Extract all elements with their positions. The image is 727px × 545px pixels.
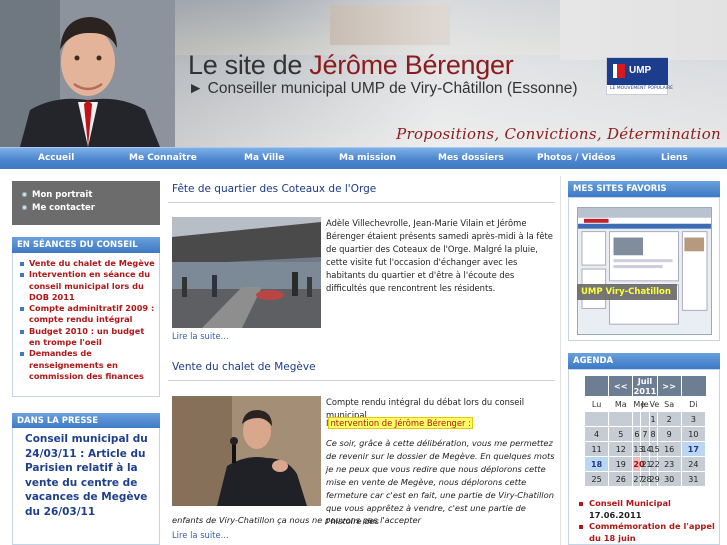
- post-photo-megeve[interactable]: [172, 396, 321, 506]
- nav-item-accueil[interactable]: Accueil: [38, 153, 74, 163]
- nav-item-ma-mission[interactable]: Ma mission: [339, 153, 396, 163]
- nav-item-photos-videos[interactable]: Photos / Vidéos: [537, 153, 616, 163]
- calendar-day[interactable]: 22: [648, 456, 660, 472]
- calendar-weekday: Ma: [608, 396, 634, 412]
- calendar-day[interactable]: 19: [608, 456, 634, 472]
- main-nav: Accueil Me Connaître Ma Ville Ma mission…: [0, 147, 727, 169]
- post-quote-end: enfants de Viry-Chatillon ça nous ne pou…: [172, 515, 422, 525]
- post-link-line: Intervention de Jérôme Bérenger :: [326, 417, 556, 430]
- post-separator: [168, 380, 555, 381]
- nav-item-ma-ville[interactable]: Ma Ville: [244, 153, 284, 163]
- favoris-site-thumbnail[interactable]: [577, 207, 712, 335]
- calendar-weekday: Lu: [583, 396, 610, 412]
- favoris-label[interactable]: UMP Viry-Chatillon: [577, 284, 677, 300]
- post-body: Adèle Villechevrolle, Jean-Marie Vilain …: [326, 218, 553, 293]
- presse-box: Conseil municipal du 24/03/11 : Article …: [12, 428, 160, 545]
- calendar-day[interactable]: 13: [632, 441, 644, 457]
- calendar-day[interactable]: 21: [640, 456, 652, 472]
- nav-item-liens[interactable]: Liens: [661, 153, 688, 163]
- agenda-heading: AGENDA: [568, 353, 720, 369]
- calendar: << Juil 2011 >> Lu Ma Me Je Ve Sa Di 123456789…: [583, 375, 707, 487]
- calendar-day[interactable]: 1: [648, 411, 658, 427]
- calendar-weekday: Me: [632, 396, 645, 412]
- post-title[interactable]: Fête de quartier des Coteaux de l'Orge: [172, 183, 376, 195]
- calendar-day[interactable]: 29: [648, 471, 660, 487]
- site-title: Le site de Jérôme Bérenger: [188, 50, 514, 80]
- seances-item[interactable]: Compte adminitratif 2009 : compte rendu …: [20, 303, 155, 326]
- calendar-day[interactable]: 14: [640, 441, 652, 457]
- seances-item[interactable]: Intervention en séance du conseil munici…: [20, 269, 155, 303]
- calendar-day[interactable]: 5: [608, 426, 634, 442]
- link-mon-portrait[interactable]: Mon portrait: [22, 189, 160, 202]
- seances-box: Vente du chalet de Megève Intervention e…: [12, 253, 160, 397]
- calendar-empty-cell: [640, 411, 650, 427]
- calendar-empty-cell: [583, 411, 610, 427]
- column-divider: [560, 176, 561, 545]
- calendar-day[interactable]: 18: [583, 456, 610, 472]
- calendar-day[interactable]: 31: [680, 471, 707, 487]
- agenda-list: Conseil Municipal 17.06.2011 Commémoratio…: [577, 498, 719, 544]
- calendar-weekday: Di: [680, 396, 707, 412]
- calendar-day[interactable]: 6: [632, 426, 642, 442]
- agenda-box: << Juil 2011 >> Lu Ma Me Je Ve Sa Di 123456789…: [568, 369, 720, 545]
- seances-item[interactable]: Vente du chalet de Megève: [20, 258, 155, 269]
- calendar-day[interactable]: 15: [648, 441, 660, 457]
- flag-icon: [613, 64, 625, 78]
- calendar-day[interactable]: 30: [656, 471, 682, 487]
- calendar-day[interactable]: 12: [608, 441, 634, 457]
- agenda-item[interactable]: Commémoration de l'appel du 18 juin: [577, 521, 719, 544]
- calendar-month: Juil 2011: [632, 375, 658, 397]
- calendar-day[interactable]: 16: [656, 441, 682, 457]
- calendar-day[interactable]: 3: [680, 411, 707, 427]
- calendar-day[interactable]: 4: [583, 426, 610, 442]
- seances-heading: EN SÉANCES DU CONSEIL: [12, 237, 160, 253]
- calendar-next-button[interactable]: >>: [656, 375, 682, 397]
- calendar-empty-cell: [608, 411, 634, 427]
- presse-article-link[interactable]: Conseil municipal du 24/03/11 : Article …: [13, 428, 159, 520]
- calendar-weekday: Sa: [656, 396, 682, 412]
- portrait-photo: [0, 0, 175, 147]
- readmore-link[interactable]: Lire la suite...: [172, 530, 229, 540]
- bullet-icon: [22, 192, 27, 197]
- post-title[interactable]: Vente du chalet de Megève: [172, 361, 316, 373]
- calendar-day[interactable]: 8: [648, 426, 658, 442]
- site-subtitle: ► Conseiller municipal UMP de Viry-Châti…: [188, 80, 578, 97]
- seances-item[interactable]: Demandes de renseignements en commission…: [20, 348, 155, 382]
- calendar-day[interactable]: 23: [656, 456, 682, 472]
- post-separator: [168, 202, 555, 203]
- calendar-day[interactable]: 27: [632, 471, 644, 487]
- seances-item[interactable]: Budget 2010 : un budget en trompe l'oeil: [20, 326, 155, 349]
- favoris-heading: MES SITES FAVORIS: [568, 181, 720, 197]
- calendar-prev-button[interactable]: <<: [608, 375, 634, 397]
- calendar-weekday: Ve: [648, 396, 659, 412]
- agenda-item[interactable]: Conseil Municipal 17.06.2011: [577, 498, 719, 521]
- site-header: Le site de Jérôme Bérenger ► Conseiller …: [0, 0, 727, 147]
- calendar-day[interactable]: 25: [583, 471, 610, 487]
- ump-logo[interactable]: UMP LE MOUVEMENT POPULAIRE: [606, 57, 673, 95]
- bullet-icon: [22, 204, 27, 210]
- site-tagline: Propositions, Convictions, Détermination: [396, 125, 721, 143]
- calendar-day[interactable]: 28: [640, 471, 652, 487]
- calendar-day[interactable]: 11: [583, 441, 610, 457]
- calendar-day[interactable]: 7: [640, 426, 650, 442]
- intervention-link[interactable]: ntervention de Jérôme Bérenger :: [328, 417, 473, 429]
- post-photo-fete[interactable]: [172, 217, 321, 328]
- calendar-weekday: Je: [640, 396, 650, 412]
- calendar-day[interactable]: 2: [656, 411, 682, 427]
- presse-heading: DANS LA PRESSE: [12, 413, 160, 429]
- link-me-contacter[interactable]: Me contacter: [22, 202, 160, 215]
- calendar-day[interactable]: 26: [608, 471, 634, 487]
- calendar-day[interactable]: 9: [656, 426, 682, 442]
- calendar-day[interactable]: 10: [680, 426, 707, 442]
- favoris-box: UMP Viry-Chatillon: [568, 197, 720, 341]
- readmore-link[interactable]: Lire la suite...: [172, 331, 229, 341]
- calendar-day[interactable]: 24: [680, 456, 707, 472]
- calendar-day[interactable]: 20: [632, 456, 645, 472]
- profile-links-box: Mon portrait Me contacter: [12, 181, 160, 225]
- nav-item-me-connaitre[interactable]: Me Connaître: [129, 153, 197, 163]
- calendar-empty-cell: [632, 411, 642, 427]
- calendar-day[interactable]: 17: [680, 441, 707, 457]
- nav-item-mes-dossiers[interactable]: Mes dossiers: [438, 153, 504, 163]
